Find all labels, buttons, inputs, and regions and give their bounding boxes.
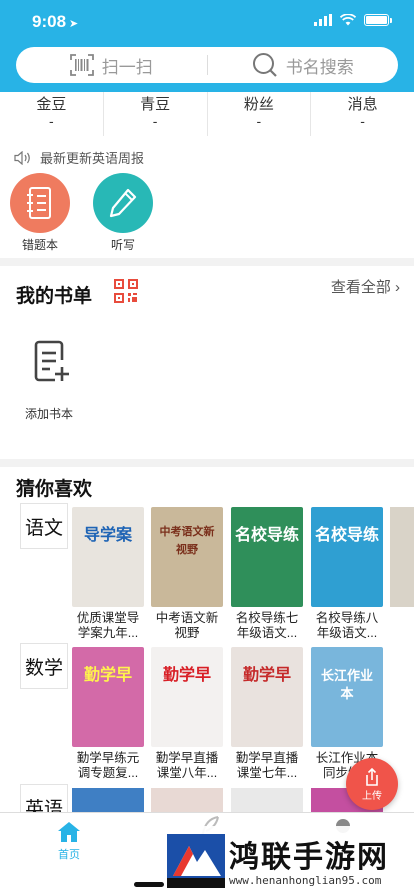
- scan-label: 扫一扫: [101, 57, 153, 77]
- notice-text: 最新更新英语周报: [40, 151, 145, 166]
- stat-value: -: [360, 113, 365, 129]
- upload-label: 上传: [362, 790, 382, 802]
- status-time: 9:08 ➤: [32, 12, 79, 31]
- cover-text: 导学案: [83, 527, 132, 544]
- stat-green-beans[interactable]: 青豆 -: [104, 92, 208, 136]
- book-card[interactable]: 勤学早 勤学早练元调专题复...: [72, 647, 144, 781]
- watermark: 鸿联手游网 www.henanhonglian95.com: [165, 826, 414, 896]
- book-card[interactable]: 名校导练 名校导练八年级语文...: [311, 507, 383, 641]
- book-title: 优质课堂导学案九年...: [76, 611, 140, 640]
- subject-tab-math[interactable]: 数学: [20, 643, 68, 689]
- book-cover: 名校导练: [311, 507, 383, 607]
- recommend-title: 猜你喜欢: [16, 479, 93, 500]
- view-all-label: 查看全部: [330, 279, 391, 296]
- search-bar: 扫一扫 书名搜索: [16, 47, 398, 83]
- wifi-icon: [340, 14, 356, 26]
- tab-home-label: 首页: [58, 849, 80, 861]
- stat-label: 青豆: [140, 96, 171, 113]
- watermark-logo: [167, 834, 225, 888]
- home-icon: [58, 822, 80, 842]
- book-title: 名校导练八年级语文...: [315, 611, 379, 640]
- cover-text: 勤学早: [242, 667, 291, 684]
- barcode-scan-icon: [69, 54, 94, 76]
- status-icons: [314, 14, 392, 26]
- section-divider: [0, 459, 414, 467]
- book-cover: 长江作业本: [311, 647, 383, 747]
- stat-label: 粉丝: [243, 96, 274, 113]
- book-cover: 勤学早: [231, 647, 303, 747]
- notebook-icon: [10, 173, 70, 233]
- speaker-icon: [14, 150, 30, 165]
- book-title: 勤学早直播课堂八年...: [155, 751, 219, 780]
- add-book-label: 添加书本: [24, 407, 73, 421]
- book-cover-partial: [231, 788, 303, 812]
- chevron-right-icon: ›: [395, 279, 400, 296]
- book-cover-partial: [72, 788, 144, 812]
- book-card[interactable]: 勤学早 勤学早直播课堂七年...: [231, 647, 303, 781]
- dictation-tool[interactable]: 听写: [92, 173, 154, 253]
- stat-fans[interactable]: 粉丝 -: [208, 92, 312, 136]
- add-document-icon: [34, 340, 69, 382]
- stat-label: 金豆: [36, 96, 67, 113]
- app-header: 9:08 ➤ 扫一扫 书名搜索: [0, 0, 414, 92]
- cover-text: 勤学早: [83, 667, 132, 684]
- book-cover: 勤学早: [72, 647, 144, 747]
- signal-icon: [314, 14, 332, 26]
- search-placeholder: 书名搜索: [285, 57, 354, 77]
- stat-value: -: [152, 113, 158, 129]
- home-indicator: [134, 882, 164, 887]
- cover-text: 名校导练: [315, 527, 380, 544]
- book-title: 中考语文新视野: [155, 611, 219, 640]
- cover-text: 名校导练: [235, 527, 300, 544]
- add-book-button[interactable]: 添加书本: [24, 340, 78, 422]
- stat-label: 消息: [347, 96, 378, 113]
- wrong-questions-tool[interactable]: 错题本: [9, 173, 71, 253]
- book-cover-partial: [390, 507, 414, 607]
- booklist-title: 我的书单: [16, 286, 93, 307]
- scan-button[interactable]: 扫一扫: [16, 47, 207, 83]
- book-card[interactable]: 导学案 优质课堂导学案九年...: [72, 507, 144, 641]
- location-arrow-icon: ➤: [69, 18, 79, 30]
- tab-home[interactable]: 首页: [44, 821, 94, 862]
- tool-label: 错题本: [21, 238, 58, 252]
- tool-label: 听写: [110, 238, 135, 252]
- watermark-url: www.henanhonglian95.com: [229, 874, 382, 887]
- book-cover: 勤学早: [151, 647, 223, 747]
- battery-tip: [390, 17, 392, 23]
- stat-value: -: [256, 113, 262, 129]
- stats-row: 金豆 - 青豆 - 粉丝 - 消息 -: [0, 92, 414, 136]
- stat-messages[interactable]: 消息 -: [311, 92, 414, 136]
- book-title: 勤学早练元调专题复...: [76, 751, 140, 780]
- book-title: 名校导练七年级语文...: [235, 611, 299, 640]
- book-cover: 中考语文新视野: [151, 507, 223, 607]
- book-title: 勤学早直播课堂七年...: [235, 751, 299, 780]
- upload-button[interactable]: 上传: [346, 758, 398, 810]
- battery-icon: [364, 14, 389, 26]
- stat-gold-beans[interactable]: 金豆 -: [0, 92, 104, 136]
- cover-text: 中考语文新视野: [159, 526, 215, 556]
- book-cover-partial: [151, 788, 223, 812]
- notice-bar[interactable]: 最新更新英语周报: [14, 148, 144, 167]
- book-cover: 导学案: [72, 507, 144, 607]
- watermark-title: 鸿联手游网: [229, 840, 389, 875]
- qr-code-icon[interactable]: [114, 279, 138, 303]
- book-card[interactable]: 中考语文新视野 中考语文新视野: [151, 507, 223, 641]
- book-cover: 名校导练: [231, 507, 303, 607]
- view-all-link[interactable]: 查看全部 ›: [331, 276, 400, 297]
- cover-text: 长江作业本: [320, 668, 373, 701]
- book-card[interactable]: 名校导练 名校导练七年级语文...: [231, 507, 303, 641]
- pencil-icon: [93, 173, 153, 233]
- stat-value: -: [49, 113, 54, 129]
- status-bar: 9:08 ➤: [0, 0, 414, 44]
- search-icon: [252, 53, 277, 77]
- subject-tab-chinese[interactable]: 语文: [20, 503, 68, 549]
- cover-text: 勤学早: [162, 667, 211, 684]
- upload-icon: [366, 767, 378, 786]
- section-divider: [0, 258, 414, 266]
- book-card[interactable]: 勤学早 勤学早直播课堂八年...: [151, 647, 223, 781]
- search-input[interactable]: 书名搜索: [208, 47, 399, 83]
